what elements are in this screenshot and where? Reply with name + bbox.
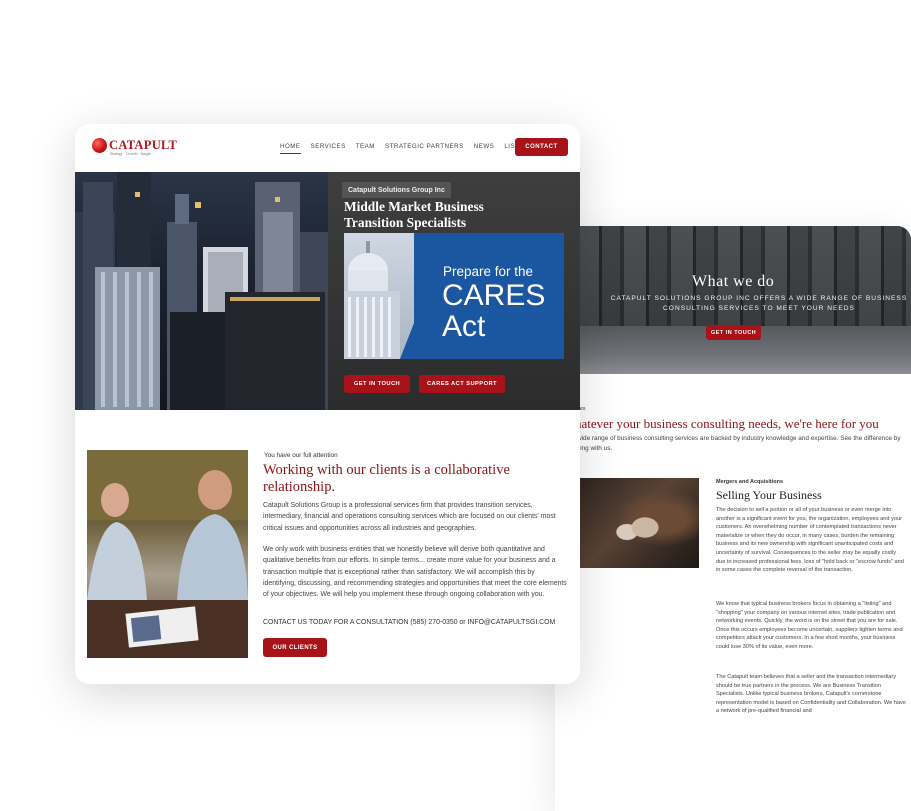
our-clients-button[interactable]: OUR CLIENTS <box>263 638 327 657</box>
what-we-do-title: What we do <box>692 273 775 290</box>
catapult-logo[interactable]: CATAPULT <box>92 138 177 153</box>
cares-act-banner[interactable]: Prepare for the CARES Act <box>344 233 564 359</box>
logo-tagline: Strategy · Growth · Insight <box>110 152 152 156</box>
ma-eyebrow: Mergers and Acquisitions <box>716 479 784 485</box>
cares-line-1: Prepare for the <box>443 264 534 279</box>
hero-company-label: Catapult Solutions Group Inc <box>342 182 451 198</box>
hero-title-line: Middle Market Business <box>344 199 484 214</box>
collab-heading-line: relationship. <box>263 478 336 495</box>
collab-paragraph-2: We only work with business entities that… <box>263 546 567 599</box>
collab-heading: Working with our clients is a collaborat… <box>263 462 563 495</box>
subtitle-line: CATAPULT SOLUTIONS GROUP INC OFFERS A WI… <box>610 295 908 302</box>
hero-title-line: Transition Specialists <box>344 215 467 230</box>
intro-line: king with us. <box>577 445 613 452</box>
contact-button[interactable]: CONTACT <box>515 138 568 156</box>
hero-section: Catapult Solutions Group Inc Middle Mark… <box>75 172 580 410</box>
capitol-building-image <box>344 233 414 359</box>
what-we-do-subtitle: CATAPULT SOLUTIONS GROUP INC OFFERS A WI… <box>599 294 911 314</box>
ma-paragraph-3: The Catapult team believes that a seller… <box>716 674 906 715</box>
nav-news[interactable]: NEWS <box>474 143 495 154</box>
services-heading: hatever your business consulting needs, … <box>575 416 879 431</box>
team-photo <box>87 450 248 658</box>
get-in-touch-button[interactable]: GET IN TOUCH <box>706 325 761 340</box>
collab-eyebrow: You have our full attention <box>264 452 338 459</box>
nav-team[interactable]: TEAM <box>356 143 375 154</box>
logo-text: CATAPULT <box>109 138 178 152</box>
nav-strategic-partners[interactable]: STRATEGIC PARTNERS <box>385 143 464 154</box>
cares-line-3: Act <box>442 310 486 343</box>
nav-links: HOME SERVICES TEAM STRATEGIC PARTNERS NE… <box>280 143 544 154</box>
services-page-preview: What we do CATAPULT SOLUTIONS GROUP INC … <box>555 226 911 811</box>
intro-line: wide range of business consulting servic… <box>577 435 901 442</box>
city-skyline-image <box>75 172 328 410</box>
services-intro: wide range of business consulting servic… <box>577 434 905 454</box>
hero-title: Middle Market Business Transition Specia… <box>344 199 574 231</box>
home-page-preview: CATAPULT Strategy · Growth · Insight HOM… <box>75 124 580 684</box>
what-we-do-hero: What we do CATAPULT SOLUTIONS GROUP INC … <box>555 226 911 374</box>
cares-line-2: CARES <box>442 279 546 312</box>
get-in-touch-button[interactable]: GET IN TOUCH <box>344 375 410 393</box>
collab-heading-line: Working with our clients is a collaborat… <box>263 462 510 478</box>
logo-ball-icon <box>92 138 107 153</box>
top-nav: CATAPULT Strategy · Growth · Insight HOM… <box>75 124 580 172</box>
nav-home[interactable]: HOME <box>280 143 301 154</box>
hero-text-panel: Catapult Solutions Group Inc Middle Mark… <box>328 172 580 410</box>
handshake-photo <box>579 478 699 568</box>
ma-paragraph-1: The decision to sell a portion or all of… <box>716 507 904 574</box>
selling-business-heading: Selling Your Business <box>716 488 822 502</box>
contact-line[interactable]: CONTACT US TODAY FOR A CONSULTATION (585… <box>263 619 555 626</box>
subtitle-line: CONSULTING SERVICES TO MEET YOUR NEEDS <box>663 305 855 312</box>
ma-paragraph-2: We know that typical business brokers fo… <box>716 601 903 650</box>
collab-paragraph-1: Catapult Solutions Group is a profession… <box>263 502 556 532</box>
nav-services[interactable]: SERVICES <box>311 143 346 154</box>
cares-act-support-button[interactable]: CARES ACT SUPPORT <box>419 375 505 393</box>
